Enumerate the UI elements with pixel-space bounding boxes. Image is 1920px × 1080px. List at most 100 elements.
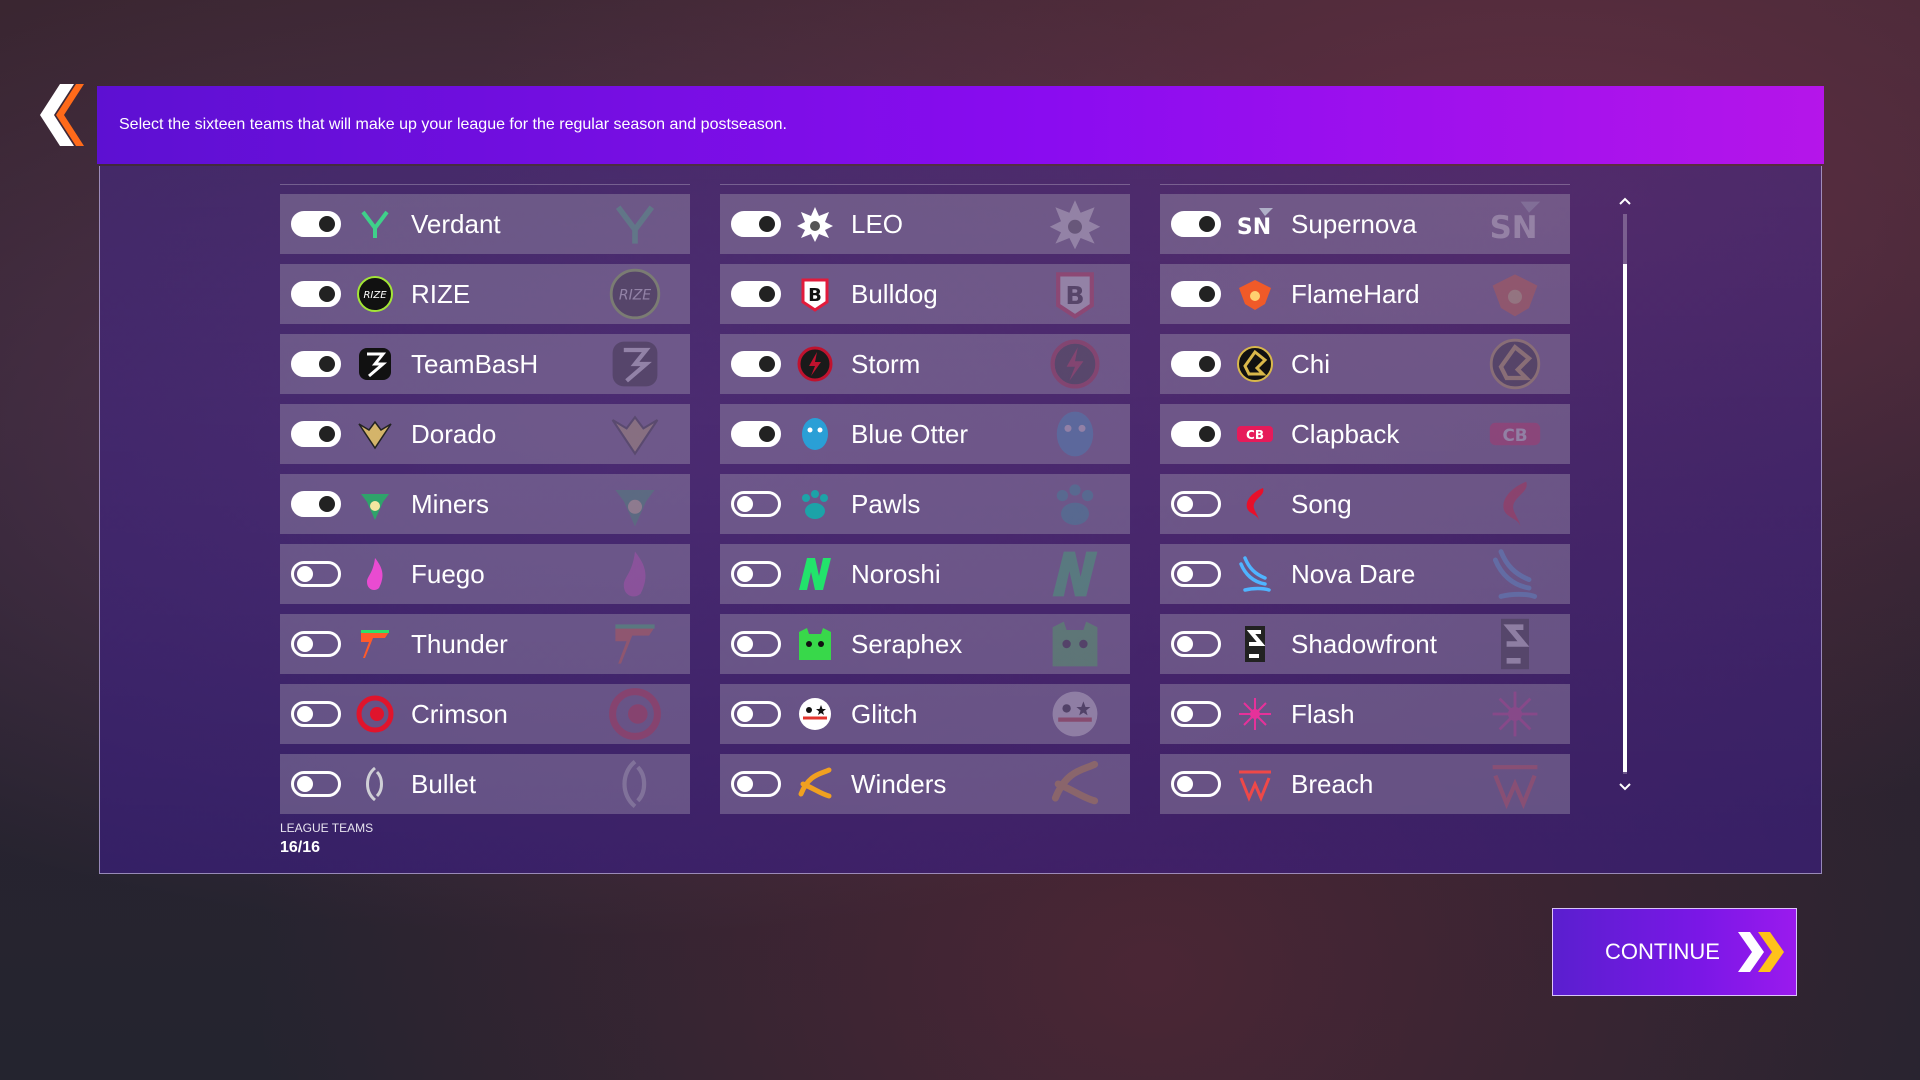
team-row-seraphex[interactable]: Seraphex xyxy=(720,614,1130,674)
thunder-logo-watermark-icon xyxy=(590,616,680,672)
back-chevron-icon xyxy=(40,84,84,146)
team-toggle-clapback[interactable] xyxy=(1171,421,1221,447)
team-toggle-winders[interactable] xyxy=(731,771,781,797)
team-name: Flash xyxy=(1291,698,1355,729)
toggle-knob xyxy=(319,356,335,372)
team-row-leo[interactable]: LEO xyxy=(720,194,1130,254)
toggle-knob xyxy=(297,566,313,582)
team-toggle-dorado[interactable] xyxy=(291,421,341,447)
team-row-rize[interactable]: RIZE RIZE RIZE xyxy=(280,264,690,324)
team-toggle-seraphex[interactable] xyxy=(731,631,781,657)
team-toggle-crimson[interactable] xyxy=(291,701,341,727)
svg-text:RIZE: RIZE xyxy=(619,288,651,304)
team-name: FlameHard xyxy=(1291,278,1420,309)
team-toggle-flash[interactable] xyxy=(1171,701,1221,727)
team-name: Thunder xyxy=(411,628,508,659)
winders-logo-icon xyxy=(791,760,839,808)
svg-text:B: B xyxy=(808,285,822,306)
team-toggle-noroshi[interactable] xyxy=(731,561,781,587)
team-name: Crimson xyxy=(411,698,508,729)
scroll-up-icon[interactable] xyxy=(1615,194,1635,208)
team-toggle-bulldog[interactable] xyxy=(731,281,781,307)
team-toggle-breach[interactable] xyxy=(1171,771,1221,797)
dorado-logo-icon xyxy=(351,410,399,458)
team-row-shadowfront[interactable]: Shadowfront xyxy=(1160,614,1570,674)
pawls-logo-watermark-icon xyxy=(1030,476,1120,532)
toggle-knob xyxy=(737,496,753,512)
team-toggle-fuego[interactable] xyxy=(291,561,341,587)
toggle-knob xyxy=(737,706,753,722)
toggle-knob xyxy=(759,356,775,372)
team-name: LEO xyxy=(851,208,904,239)
team-toggle-storm[interactable] xyxy=(731,351,781,377)
team-row-nova-dare[interactable]: Nova Dare xyxy=(1160,544,1570,604)
scrollbar-thumb[interactable] xyxy=(1623,264,1627,772)
team-row-miners[interactable]: Miners xyxy=(280,474,690,534)
team-name: Storm xyxy=(851,348,921,379)
storm-logo-icon xyxy=(791,340,839,388)
team-row-verdant[interactable]: Verdant xyxy=(280,194,690,254)
team-toggle-chi[interactable] xyxy=(1171,351,1221,377)
team-row-song[interactable]: Song xyxy=(1160,474,1570,534)
toggle-knob xyxy=(297,706,313,722)
team-row-teambash[interactable]: TeamBasH xyxy=(280,334,690,394)
team-row-breach[interactable]: Breach xyxy=(1160,754,1570,814)
chi-logo-icon xyxy=(1231,340,1279,388)
miners-logo-watermark-icon xyxy=(590,476,680,532)
team-toggle-shadowfront[interactable] xyxy=(1171,631,1221,657)
team-toggle-leo[interactable] xyxy=(731,211,781,237)
team-list-scrollbar[interactable] xyxy=(1615,194,1635,794)
team-toggle-teambash[interactable] xyxy=(291,351,341,377)
team-row-supernova[interactable]: SN Supernova SN xyxy=(1160,194,1570,254)
svg-text:RIZE: RIZE xyxy=(363,290,387,301)
team-row-winders[interactable]: Winders xyxy=(720,754,1130,814)
team-row-glitch[interactable]: Glitch xyxy=(720,684,1130,744)
team-row-pawls[interactable]: Pawls xyxy=(720,474,1130,534)
team-row-flamehard[interactable]: FlameHard xyxy=(1160,264,1570,324)
instruction-text: Select the sixteen teams that will make … xyxy=(119,116,787,133)
team-toggle-bullet[interactable] xyxy=(291,771,341,797)
team-toggle-glitch[interactable] xyxy=(731,701,781,727)
flash-logo-icon xyxy=(1231,690,1279,738)
bulldog-logo-watermark-icon: B xyxy=(1030,266,1120,322)
toggle-knob xyxy=(297,776,313,792)
team-toggle-blue-otter[interactable] xyxy=(731,421,781,447)
team-row-bullet[interactable]: Bullet xyxy=(280,754,690,814)
team-toggle-flamehard[interactable] xyxy=(1171,281,1221,307)
continue-button[interactable]: CONTINUE xyxy=(1552,908,1797,996)
team-name: Song xyxy=(1291,488,1352,519)
team-name: Miners xyxy=(411,488,490,519)
team-toggle-song[interactable] xyxy=(1171,491,1221,517)
team-row-dorado[interactable]: Dorado xyxy=(280,404,690,464)
team-name: Blue Otter xyxy=(851,418,969,449)
team-row-chi[interactable]: Chi xyxy=(1160,334,1570,394)
team-toggle-supernova[interactable] xyxy=(1171,211,1221,237)
toggle-knob xyxy=(297,636,313,652)
team-toggle-miners[interactable] xyxy=(291,491,341,517)
svg-text:CB: CB xyxy=(1502,425,1527,445)
team-row-bulldog[interactable]: B Bulldog B xyxy=(720,264,1130,324)
team-row-thunder[interactable]: Thunder xyxy=(280,614,690,674)
team-row-fuego[interactable]: Fuego xyxy=(280,544,690,604)
team-toggle-pawls[interactable] xyxy=(731,491,781,517)
team-row-storm[interactable]: Storm xyxy=(720,334,1130,394)
team-toggle-rize[interactable] xyxy=(291,281,341,307)
toggle-knob xyxy=(1177,636,1193,652)
glitch-logo-watermark-icon xyxy=(1030,686,1120,742)
back-button[interactable] xyxy=(40,84,90,146)
glitch-logo-icon xyxy=(791,690,839,738)
team-row-clapback[interactable]: CB Clapback CB xyxy=(1160,404,1570,464)
team-row-flash[interactable]: Flash xyxy=(1160,684,1570,744)
team-row-noroshi[interactable]: Noroshi xyxy=(720,544,1130,604)
fuego-logo-watermark-icon xyxy=(590,546,680,602)
team-toggle-nova-dare[interactable] xyxy=(1171,561,1221,587)
team-row-crimson[interactable]: Crimson xyxy=(280,684,690,744)
scroll-down-icon[interactable] xyxy=(1615,780,1635,794)
team-row-blue-otter[interactable]: Blue Otter xyxy=(720,404,1130,464)
flamehard-logo-icon xyxy=(1231,270,1279,318)
league-teams-counter: LEAGUE TEAMS 16/16 xyxy=(280,821,373,857)
team-toggle-verdant[interactable] xyxy=(291,211,341,237)
team-name: Noroshi xyxy=(851,558,941,589)
header-banner: Select the sixteen teams that will make … xyxy=(97,86,1824,164)
team-toggle-thunder[interactable] xyxy=(291,631,341,657)
